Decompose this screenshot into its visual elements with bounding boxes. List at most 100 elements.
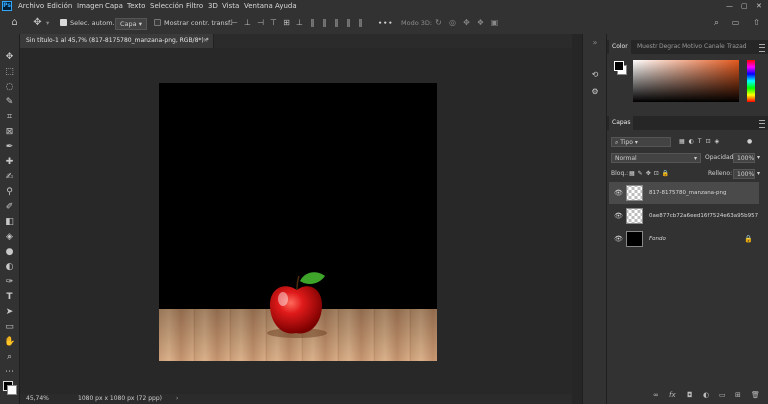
menu-3d[interactable]: 3D <box>208 0 218 12</box>
fill-field[interactable]: 100% <box>733 169 755 179</box>
3d-scale-icon[interactable]: ▣ <box>490 19 499 27</box>
layer-filter-dropdown[interactable]: ⌕ Tipo ▾ <box>611 137 671 147</box>
color-panel-menu-icon[interactable] <box>759 44 765 52</box>
distribute-4-icon[interactable]: ‖ <box>344 19 353 27</box>
adjustments-panel-icon[interactable]: ⚙ <box>590 87 600 97</box>
layer-row[interactable]: 👁 0ae877cb72a6eed16f7524e63a95b957 <box>609 205 759 227</box>
tab-paths[interactable]: Trazad <box>727 40 747 54</box>
tab-color[interactable]: Color <box>609 40 631 54</box>
auto-select-dropdown[interactable]: Capa ▾ <box>115 18 147 30</box>
align-hcenter-icon[interactable]: ⊥ <box>243 19 252 27</box>
adjustment-layer-icon[interactable]: ◐ <box>703 391 709 399</box>
color-spectrum[interactable] <box>633 60 739 102</box>
menu-capa[interactable]: Capa <box>105 0 123 12</box>
show-transform-checkbox[interactable]: Mostrar contr. transf. <box>154 17 232 29</box>
align-bottom-icon[interactable]: ⊥ <box>295 19 304 27</box>
3d-roll-icon[interactable]: ◎ <box>448 19 457 27</box>
menu-texto[interactable]: Texto <box>127 0 145 12</box>
align-vcenter-icon[interactable]: ⊞ <box>282 19 291 27</box>
align-right-icon[interactable]: ⊣ <box>256 19 265 27</box>
rectangle-tool-icon[interactable]: ▭ <box>4 322 15 333</box>
blend-mode-dropdown[interactable]: Normal ▾ <box>611 153 701 163</box>
marquee-tool-icon[interactable]: ⬚ <box>4 67 15 78</box>
lasso-tool-icon[interactable]: ◌ <box>4 82 15 93</box>
document-tab[interactable]: Sin título-1 al 45,7% (817-8175780_manza… <box>20 34 214 48</box>
filter-toggle-icon[interactable]: ● <box>747 137 752 147</box>
3d-pan-icon[interactable]: ✥ <box>462 19 471 27</box>
layer-filter-icons[interactable]: ▦◐T⊡◈ <box>679 137 723 147</box>
new-layer-icon[interactable]: ⊞ <box>735 391 741 399</box>
document-canvas[interactable] <box>159 83 437 361</box>
close-tab-icon[interactable]: × <box>203 34 208 48</box>
new-group-icon[interactable]: ▭ <box>719 391 726 399</box>
more-tools-icon[interactable]: ⋯ <box>4 367 15 378</box>
fill-dropdown-icon[interactable]: ▾ <box>757 169 760 179</box>
more-options-button[interactable]: ••• <box>378 17 393 29</box>
layer-style-icon[interactable]: fx <box>669 391 676 399</box>
status-arrow-icon[interactable]: › <box>176 394 178 404</box>
align-top-icon[interactable]: ⊤ <box>269 19 278 27</box>
opacity-field[interactable]: 100% <box>733 153 755 163</box>
tab-layers[interactable]: Capas <box>609 116 634 130</box>
hue-slider[interactable] <box>747 60 755 102</box>
add-mask-icon[interactable]: ◘ <box>687 391 693 399</box>
layers-panel-menu-icon[interactable] <box>759 120 765 128</box>
menu-edicion[interactable]: Edición <box>47 0 72 12</box>
workspace-icon[interactable]: ▭ <box>731 19 740 27</box>
visibility-eye-icon[interactable]: 👁 <box>614 228 623 250</box>
brush-tool-icon[interactable]: ✍ <box>4 172 15 183</box>
menu-archivo[interactable]: Archivo <box>18 0 44 12</box>
vertical-scrollbar[interactable] <box>572 34 582 404</box>
hand-tool-icon[interactable]: ✋ <box>4 337 15 348</box>
layer-row[interactable]: 👁 Fondo 🔒 <box>609 228 759 250</box>
dodge-tool-icon[interactable]: ◐ <box>4 262 15 273</box>
3d-rotate-icon[interactable]: ↻ <box>434 19 443 27</box>
canvas-area[interactable] <box>20 48 572 394</box>
delete-layer-icon[interactable]: 🗑 <box>751 391 760 399</box>
maximize-icon[interactable]: ▢ <box>741 0 748 12</box>
menu-ayuda[interactable]: Ayuda <box>275 0 297 12</box>
paint-bucket-tool-icon[interactable]: ◈ <box>4 232 15 243</box>
close-window-icon[interactable]: ✕ <box>756 0 762 12</box>
blur-tool-icon[interactable]: ● <box>4 247 15 258</box>
layer-row[interactable]: 👁 817-8175780_manzana-png <box>609 182 759 204</box>
menu-filtro[interactable]: Filtro <box>186 0 203 12</box>
menu-imagen[interactable]: Imagen <box>77 0 103 12</box>
link-layers-icon[interactable]: ∞ <box>653 391 659 399</box>
history-brush-tool-icon[interactable]: ✐ <box>4 202 15 213</box>
tab-swatches[interactable]: Muestr <box>637 40 658 54</box>
stamp-tool-icon[interactable]: ⚲ <box>4 187 15 198</box>
distribute-5-icon[interactable]: ‖ <box>356 19 365 27</box>
opacity-dropdown-icon[interactable]: ▾ <box>757 153 760 163</box>
move-icon[interactable]: ✥ <box>33 18 42 28</box>
share-icon[interactable]: ⇧ <box>752 19 761 27</box>
healing-tool-icon[interactable]: ✚ <box>4 157 15 168</box>
type-tool-icon[interactable]: T <box>4 292 15 303</box>
menu-vista[interactable]: Vista <box>222 0 239 12</box>
lock-icons[interactable]: ▦✎✥⊡🔒 <box>629 169 672 179</box>
eraser-tool-icon[interactable]: ◧ <box>4 217 15 228</box>
3d-slide-icon[interactable]: ❖ <box>476 19 485 27</box>
distribute-2-icon[interactable]: ‖ <box>320 19 329 27</box>
tab-gradients[interactable]: Degrac <box>659 40 681 54</box>
distribute-1-icon[interactable]: ‖ <box>308 19 317 27</box>
tab-patterns[interactable]: Motivo <box>682 40 702 54</box>
align-left-icon[interactable]: ⊢ <box>230 19 239 27</box>
color-panel-foreground-swatch[interactable] <box>614 61 624 71</box>
auto-select-checkbox[interactable]: Selec. autom.: <box>60 17 117 29</box>
collapse-arrows-icon[interactable]: » <box>590 38 600 48</box>
path-select-tool-icon[interactable]: ➤ <box>4 307 15 318</box>
frame-tool-icon[interactable]: ⊠ <box>4 127 15 138</box>
background-color-swatch[interactable] <box>7 385 17 395</box>
visibility-eye-icon[interactable]: 👁 <box>614 182 623 204</box>
history-panel-icon[interactable]: ⟲ <box>590 70 600 80</box>
menu-ventana[interactable]: Ventana <box>244 0 273 12</box>
eyedropper-tool-icon[interactable]: ✒ <box>4 142 15 153</box>
quick-select-tool-icon[interactable]: ✎ <box>4 97 15 108</box>
pen-tool-icon[interactable]: ✑ <box>4 277 15 288</box>
menu-seleccion[interactable]: Selección <box>150 0 183 12</box>
move-tool-icon[interactable]: ✥ <box>4 52 15 63</box>
zoom-level[interactable]: 45,74% <box>26 394 49 404</box>
distribute-3-icon[interactable]: ‖ <box>332 19 341 27</box>
tab-channels[interactable]: Canale <box>704 40 725 54</box>
